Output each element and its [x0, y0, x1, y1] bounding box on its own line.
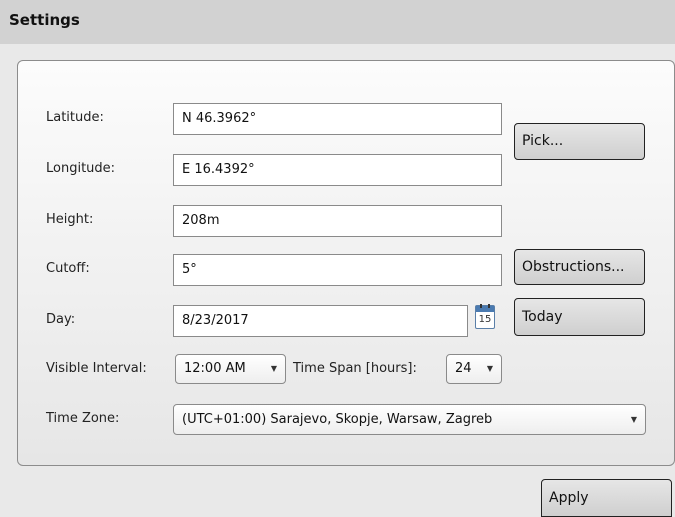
calendar-icon[interactable]: 15	[475, 304, 495, 329]
time-zone-value: (UTC+01:00) Sarajevo, Skopje, Warsaw, Za…	[182, 412, 493, 427]
pick-button[interactable]: Pick...	[514, 123, 645, 160]
time-span-label: Time Span [hours]:	[293, 361, 417, 376]
visible-interval-value: 12:00 AM	[184, 361, 246, 376]
latitude-input[interactable]: N 46.3962°	[173, 103, 502, 135]
latitude-label: Latitude:	[46, 110, 104, 125]
longitude-label: Longitude:	[46, 161, 116, 176]
calendar-icon-header	[476, 306, 494, 312]
settings-panel: Latitude: N 46.3962° Pick... Longitude: …	[17, 60, 675, 466]
apply-button[interactable]: Apply	[541, 479, 672, 517]
settings-header: Settings	[0, 0, 675, 44]
calendar-icon-ring	[480, 304, 482, 308]
height-input[interactable]: 208m	[173, 205, 502, 237]
chevron-down-icon: ▼	[486, 364, 493, 373]
today-button[interactable]: Today	[514, 298, 645, 336]
longitude-input[interactable]: E 16.4392°	[173, 154, 502, 186]
day-label: Day:	[46, 312, 76, 327]
time-span-select[interactable]: 24 ▼	[446, 354, 502, 384]
cutoff-input[interactable]: 5°	[173, 254, 502, 286]
height-label: Height:	[46, 212, 94, 227]
cutoff-label: Cutoff:	[46, 261, 90, 276]
day-input[interactable]: 8/23/2017	[173, 305, 468, 337]
time-zone-label: Time Zone:	[46, 411, 120, 426]
calendar-icon-day: 15	[478, 314, 492, 325]
page-title: Settings	[9, 11, 80, 29]
time-span-value: 24	[455, 361, 472, 376]
chevron-down-icon: ▼	[630, 415, 637, 424]
obstructions-button[interactable]: Obstructions...	[514, 249, 645, 285]
calendar-icon-ring	[488, 304, 490, 308]
visible-interval-label: Visible Interval:	[46, 361, 147, 376]
visible-interval-select[interactable]: 12:00 AM ▼	[175, 354, 286, 384]
time-zone-select[interactable]: (UTC+01:00) Sarajevo, Skopje, Warsaw, Za…	[173, 404, 646, 435]
chevron-down-icon: ▼	[270, 364, 277, 373]
